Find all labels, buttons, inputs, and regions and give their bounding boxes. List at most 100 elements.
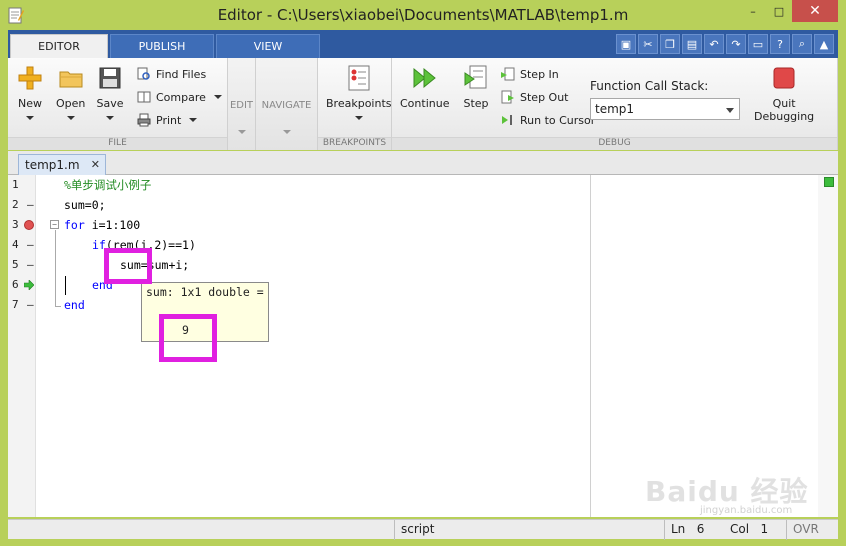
- run-to-cursor-button[interactable]: Run to Cursor: [500, 113, 595, 127]
- code-line-3[interactable]: 3 − for i=1:100: [8, 215, 838, 235]
- window-icon[interactable]: ▭: [748, 34, 768, 54]
- help-icon[interactable]: ?: [770, 34, 790, 54]
- print-button[interactable]: Print: [136, 113, 198, 127]
- copy-icon[interactable]: ❐: [660, 34, 680, 54]
- find-files-label: Find Files: [156, 67, 207, 81]
- fold-guide: [55, 230, 56, 306]
- fold-toggle-icon[interactable]: −: [50, 220, 59, 229]
- run-to-cursor-label: Run to Cursor: [520, 113, 596, 127]
- quit-debugging-button[interactable]: Quit Debugging: [754, 64, 814, 123]
- save-icon[interactable]: ▣: [616, 34, 636, 54]
- step-button[interactable]: Step: [462, 64, 490, 110]
- step-in-label: Step In: [520, 67, 559, 81]
- line-number: 4: [12, 238, 19, 251]
- maximize-icon: □: [773, 4, 785, 18]
- compare-icon: [136, 90, 152, 104]
- breakpoints-button[interactable]: Breakpoints: [326, 64, 392, 120]
- new-icon: [16, 64, 44, 92]
- continue-label: Continue: [400, 97, 450, 110]
- new-label: New: [18, 97, 42, 110]
- highlight-box-variable: [104, 248, 152, 284]
- print-icon: [136, 113, 152, 127]
- breakpoint-icon[interactable]: [24, 220, 34, 230]
- chevron-down-icon: [726, 108, 734, 113]
- column-value: 1: [760, 522, 769, 536]
- step-out-label: Step Out: [520, 90, 569, 104]
- maximize-button[interactable]: □: [766, 0, 792, 22]
- print-label: Print: [156, 113, 182, 127]
- step-in-icon: [500, 67, 516, 81]
- line-number: 2: [12, 198, 19, 211]
- window-title: Editor - C:\Users\xiaobei\Documents\MATL…: [217, 6, 629, 24]
- continue-icon: [411, 64, 439, 92]
- breakpoints-section: Breakpoints BREAKPOINTS: [318, 58, 392, 150]
- function-call-stack-select[interactable]: temp1: [590, 98, 740, 120]
- minimize-button[interactable]: –: [740, 0, 766, 22]
- step-out-button[interactable]: Step Out: [500, 90, 569, 104]
- chevron-down-icon: [283, 130, 291, 134]
- watermark-url: jingyan.baidu.com: [700, 505, 793, 516]
- line-number: 3: [12, 218, 19, 231]
- fold-guide-end: [55, 306, 61, 307]
- highlight-box-value: [159, 314, 217, 362]
- close-tab-icon[interactable]: ✕: [91, 158, 100, 171]
- executable-marker[interactable]: –: [27, 295, 34, 315]
- search-icon[interactable]: ⌕: [792, 34, 812, 54]
- find-files-button[interactable]: Find Files: [136, 67, 206, 81]
- find-files-icon: [136, 67, 152, 81]
- document-tab-bar: temp1.m ✕: [8, 151, 838, 175]
- open-button[interactable]: Open: [56, 64, 85, 120]
- open-label: Open: [56, 97, 86, 110]
- code-text: %单步调试小例子: [64, 178, 152, 192]
- executable-marker[interactable]: –: [27, 235, 34, 255]
- document-tab-temp1[interactable]: temp1.m ✕: [18, 154, 106, 175]
- code-line-2[interactable]: 2 – sum=0;: [8, 195, 838, 215]
- step-in-button[interactable]: Step In: [500, 67, 559, 81]
- function-call-stack-value: temp1: [595, 102, 635, 116]
- executable-marker[interactable]: –: [27, 195, 34, 215]
- chevron-down-icon: [106, 116, 114, 120]
- tab-editor[interactable]: EDITOR: [10, 34, 108, 58]
- file-section-label: FILE: [8, 137, 227, 150]
- floppy-icon: [96, 64, 124, 92]
- breakpoints-icon: [345, 64, 373, 92]
- breakpoints-section-label: BREAKPOINTS: [318, 137, 391, 150]
- document-tab-label: temp1.m: [25, 158, 80, 172]
- new-button[interactable]: New: [16, 64, 44, 120]
- datatip-header: sum: 1x1 double =: [146, 285, 264, 299]
- status-bar: script Ln 6 Col 1 OVR: [8, 519, 838, 540]
- collapse-icon[interactable]: ▲: [814, 34, 834, 54]
- status-mode: script: [394, 520, 664, 540]
- title-bar: Editor - C:\Users\xiaobei\Documents\MATL…: [0, 0, 846, 30]
- tab-view[interactable]: VIEW: [216, 34, 320, 58]
- continue-button[interactable]: Continue: [400, 64, 449, 110]
- ribbon-tab-strip: EDITOR PUBLISH VIEW ▣ ✂ ❐ ▤ ↶ ↷ ▭ ? ⌕ ▲: [8, 30, 838, 58]
- debugging-label: Debugging: [754, 110, 815, 123]
- edit-section[interactable]: EDIT: [228, 58, 256, 150]
- edit-label: EDIT: [229, 100, 254, 111]
- line-number: 1: [12, 178, 19, 191]
- save-label: Save: [96, 97, 124, 110]
- chevron-down-icon: [26, 116, 34, 120]
- chevron-down-icon: [213, 95, 222, 99]
- navigate-section[interactable]: NAVIGATE: [256, 58, 318, 150]
- folder-icon: [57, 64, 85, 92]
- code-line-1[interactable]: 1 %单步调试小例子: [8, 175, 838, 195]
- tab-publish[interactable]: PUBLISH: [110, 34, 214, 58]
- redo-icon[interactable]: ↷: [726, 34, 746, 54]
- undo-icon[interactable]: ↶: [704, 34, 724, 54]
- code-line-7[interactable]: 7 – end: [8, 295, 838, 315]
- executable-marker[interactable]: –: [27, 255, 34, 275]
- code-editor[interactable]: 1 %单步调试小例子 2 – sum=0; 3 − for i=1:100 4 …: [8, 175, 838, 517]
- quit-debugging-label: Quit Debugging: [754, 97, 814, 123]
- cut-icon[interactable]: ✂: [638, 34, 658, 54]
- compare-button[interactable]: Compare: [136, 90, 222, 104]
- watermark: Baidu 经验: [645, 475, 809, 508]
- debug-section-label: DEBUG: [392, 137, 837, 150]
- paste-icon[interactable]: ▤: [682, 34, 702, 54]
- close-icon: ✕: [809, 3, 821, 19]
- save-button[interactable]: Save: [96, 64, 124, 120]
- quit-label: Quit: [772, 97, 796, 110]
- status-line: Ln 6: [664, 520, 724, 540]
- close-button[interactable]: ✕: [792, 0, 838, 22]
